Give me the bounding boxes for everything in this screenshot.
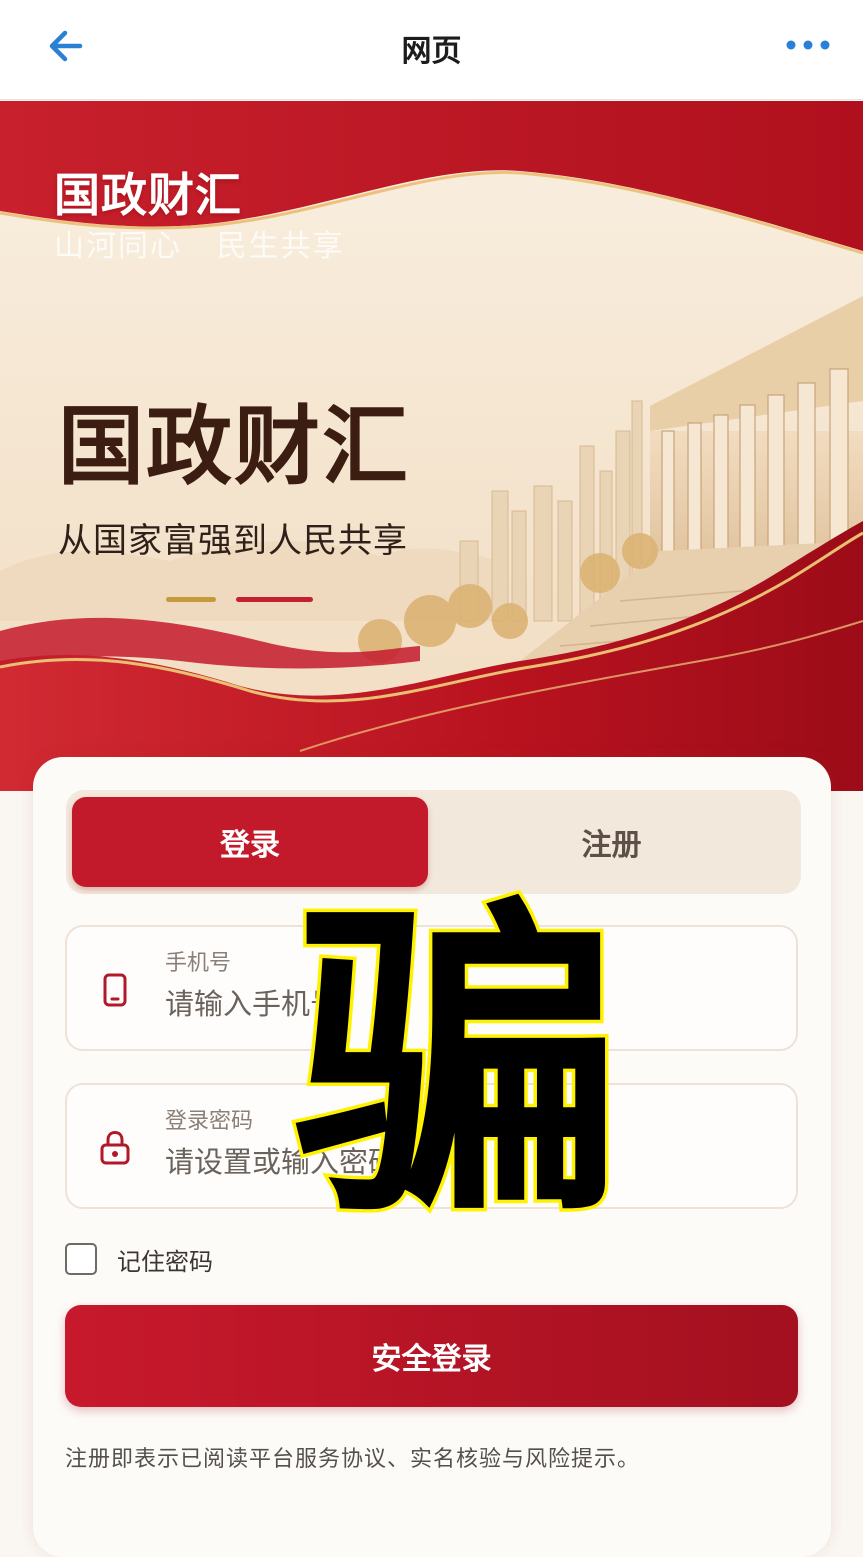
secure-login-button[interactable]: 安全登录	[65, 1305, 798, 1407]
hero-slogan: 山河同心 民生共享	[54, 229, 345, 264]
hero-brand: 国政财汇	[54, 168, 242, 222]
remember-checkbox[interactable]	[65, 1243, 97, 1275]
remember-label: 记住密码	[117, 1247, 213, 1276]
hero-banner: 国政财汇 山河同心 民生共享 国政财汇 从国家富强到人民共享	[0, 101, 863, 791]
hero-title: 国政财汇	[58, 396, 410, 497]
password-field[interactable]: 登录密码	[65, 1083, 798, 1209]
ellipsis-icon[interactable]	[783, 30, 833, 60]
tab-login[interactable]: 登录	[72, 797, 428, 887]
terms-text: 注册即表示已阅读平台服务协议、实名核验与风险提示。	[65, 1447, 641, 1472]
nav-bar: 网页	[0, 0, 863, 100]
decorative-divider-gold	[166, 597, 216, 602]
tab-register[interactable]: 注册	[428, 797, 795, 887]
phone-label: 手机号	[165, 951, 232, 976]
auth-tabs: 登录 注册	[66, 790, 801, 894]
arrow-left-icon[interactable]	[44, 24, 90, 70]
phone-input[interactable]	[163, 981, 767, 1027]
hero-subtitle: 从国家富强到人民共享	[58, 521, 408, 561]
phone-field[interactable]: 手机号	[65, 925, 798, 1051]
remember-password[interactable]: 记住密码	[65, 1241, 213, 1277]
password-input[interactable]	[163, 1139, 767, 1185]
password-label: 登录密码	[165, 1109, 254, 1134]
login-card: 登录 注册 手机号 登录密码 记住密码 安全登录 注册即表示已阅读平台服务协议、…	[33, 757, 831, 1557]
page-title: 网页	[401, 34, 462, 69]
phone-icon	[103, 973, 127, 1007]
lock-icon	[100, 1130, 130, 1165]
decorative-divider-red	[236, 597, 313, 602]
